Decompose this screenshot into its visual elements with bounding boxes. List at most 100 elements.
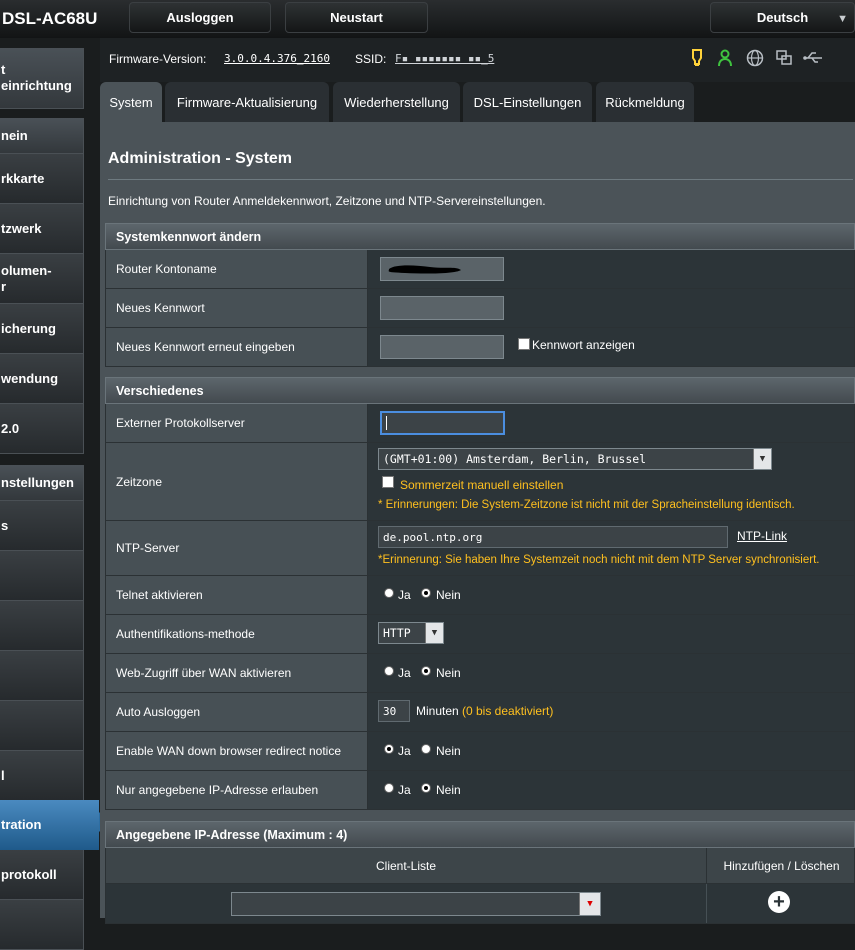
telnet-no-radio[interactable] [421,588,431,598]
ip-only-label: Nur angegebene IP-Adresse erlauben [116,783,319,797]
tab-firmware-update[interactable]: Firmware-Aktualisierung [165,82,329,122]
new-password-input[interactable] [380,296,504,320]
sidebar-item-usb-application[interactable]: wendung [0,354,84,404]
sidebar-item-traffic-manager[interactable]: olumen- r [0,254,84,304]
log-server-input[interactable] [380,411,505,435]
logout-button[interactable]: Ausloggen [129,2,271,33]
value-cell: Ja Nein [368,771,854,809]
language-label: Deutsch [756,10,809,25]
confirm-password-row: Neues Kennwort erneut eingeben Kennwort … [105,328,855,367]
wan-access-yes-label: Ja [398,666,411,680]
bulb-icon[interactable] [687,48,707,68]
sidebar-item-network-tools[interactable] [0,900,84,950]
column-divider [706,884,707,923]
client-list-select[interactable]: ▼ [231,892,601,916]
telnet-yes-radio[interactable] [384,588,394,598]
sidebar-item-firewall[interactable]: l [0,751,84,801]
sidebar-item-vpn[interactable] [0,701,84,751]
sidebar-item-aicloud[interactable]: 2.0 [0,404,84,454]
ip-only-row: Nur angegebene IP-Adresse erlauben Ja Ne… [105,771,855,810]
ntp-link[interactable]: NTP-Link [737,529,787,543]
wan-access-no-label: Nein [436,666,461,680]
dst-checkbox[interactable] [382,476,394,488]
value-cell: (GMT+01:00) Amsterdam, Berlin, Brussel ▼… [368,443,854,520]
value-cell: de.pool.ntp.org NTP-Link *Erinnerung: Si… [368,521,854,575]
sidebar-item-wireless[interactable]: s [0,501,84,551]
sidebar-section-advanced: nstellungen [0,465,84,501]
sidebar-item-guest-network[interactable]: tzwerk [0,204,84,254]
confirm-password-input[interactable] [380,335,504,359]
firmware-version-link[interactable]: 3.0.0.4.376_2160 [224,52,330,65]
wan-access-label: Web-Zugriff über WAN aktivieren [116,666,292,680]
timezone-select[interactable]: (GMT+01:00) Amsterdam, Berlin, Brussel ▼ [378,448,772,470]
wan-redirect-yes-label: Ja [398,744,411,758]
tab-feedback[interactable]: Rückmeldung [596,82,694,122]
sidebar-item-quick-setup[interactable]: t einrichtung [0,48,84,109]
wan-redirect-label: Enable WAN down browser redirect notice [116,744,341,758]
ssid-value[interactable]: F▪ ▪▪▪▪▪▪▪ ▪▪_5 [395,52,494,65]
log-server-row: Externer Protokollserver [105,404,855,443]
wan-redirect-yes-radio[interactable] [384,744,394,754]
redacted-mark [388,265,461,274]
tab-system[interactable]: System [100,82,162,122]
text-cursor [386,416,387,430]
tab-restore[interactable]: Wiederherstellung [333,82,460,122]
log-server-label: Externer Protokollserver [116,416,245,430]
ip-only-yes-radio[interactable] [384,783,394,793]
show-password-checkbox[interactable] [518,338,530,350]
tab-dsl-settings[interactable]: DSL-Einstellungen [463,82,592,122]
timezone-row: Zeitzone (GMT+01:00) Amsterdam, Berlin, … [105,443,855,521]
telnet-row: Telnet aktivieren Ja Nein [105,576,855,615]
sidebar-section-general: nein [0,118,84,154]
wan-access-yes-radio[interactable] [384,666,394,676]
restart-button[interactable]: Neustart [285,2,428,33]
title-divider [108,179,853,180]
auth-method-row: Authentifikations-methode HTTP ▼ [105,615,855,654]
value-cell: Ja Nein [368,654,854,692]
chevron-down-icon: ▼ [753,449,771,469]
sidebar-item-lan[interactable] [0,551,84,601]
value-cell: 30 Minuten (0 bis deaktiviert) [368,693,854,731]
add-icon[interactable]: + [768,891,790,913]
sidebar-item-network-map[interactable]: rkkarte [0,154,84,204]
user-icon[interactable] [716,48,736,68]
sidebar-item-parental-controls[interactable]: icherung [0,304,84,354]
wan-redirect-no-radio[interactable] [421,744,431,754]
value-cell: Kennwort anzeigen [368,328,854,366]
page-description: Einrichtung von Router Anmeldekennwort, … [108,194,546,208]
value-cell: Ja Nein [368,732,854,770]
confirm-password-label: Neues Kennwort erneut eingeben [116,340,295,354]
auth-method-select[interactable]: HTTP ▼ [378,622,444,644]
sidebar-item-system-log[interactable]: protokoll [0,850,84,900]
add-delete-header: Hinzufügen / Löschen [723,859,840,873]
account-name-input[interactable] [380,257,504,281]
new-password-label: Neues Kennwort [116,301,205,315]
ip-only-no-radio[interactable] [421,783,431,793]
usb-icon[interactable] [803,48,823,68]
sidebar-item-administration[interactable]: tration [0,800,109,850]
info-bar: Firmware-Version: 3.0.0.4.376_2160 SSID:… [100,38,855,82]
value-cell [368,289,854,327]
sidebar: t einrichtung nein rkkarte tzwerk olumen… [0,48,109,950]
globe-icon[interactable] [745,48,765,68]
language-select[interactable]: Deutsch ▼ [710,2,855,33]
telnet-no-label: Nein [436,588,461,602]
account-name-label: Router Kontoname [116,262,217,276]
ip-table-input-row: ▼ + [105,884,855,924]
sidebar-item-wan[interactable] [0,601,84,651]
model-name: DSL-AC68U [2,9,98,28]
sidebar-item-ipv6[interactable] [0,651,84,701]
auto-logout-input[interactable]: 30 [378,700,410,722]
new-password-row: Neues Kennwort [105,289,855,328]
ssid-label: SSID: [355,52,387,66]
telnet-yes-label: Ja [398,588,411,602]
ip-section-header: Angegebene IP-Adresse (Maximum : 4) [105,821,855,848]
copy-icon[interactable] [774,48,794,68]
wan-access-no-radio[interactable] [421,666,431,676]
status-icons [687,48,823,68]
ntp-server-label: NTP-Server [116,541,180,555]
auto-logout-label: Auto Ausloggen [116,705,201,719]
ntp-server-input[interactable]: de.pool.ntp.org [378,526,728,548]
dst-label: Sommerzeit manuell einstellen [400,478,564,492]
value-cell [368,404,854,442]
